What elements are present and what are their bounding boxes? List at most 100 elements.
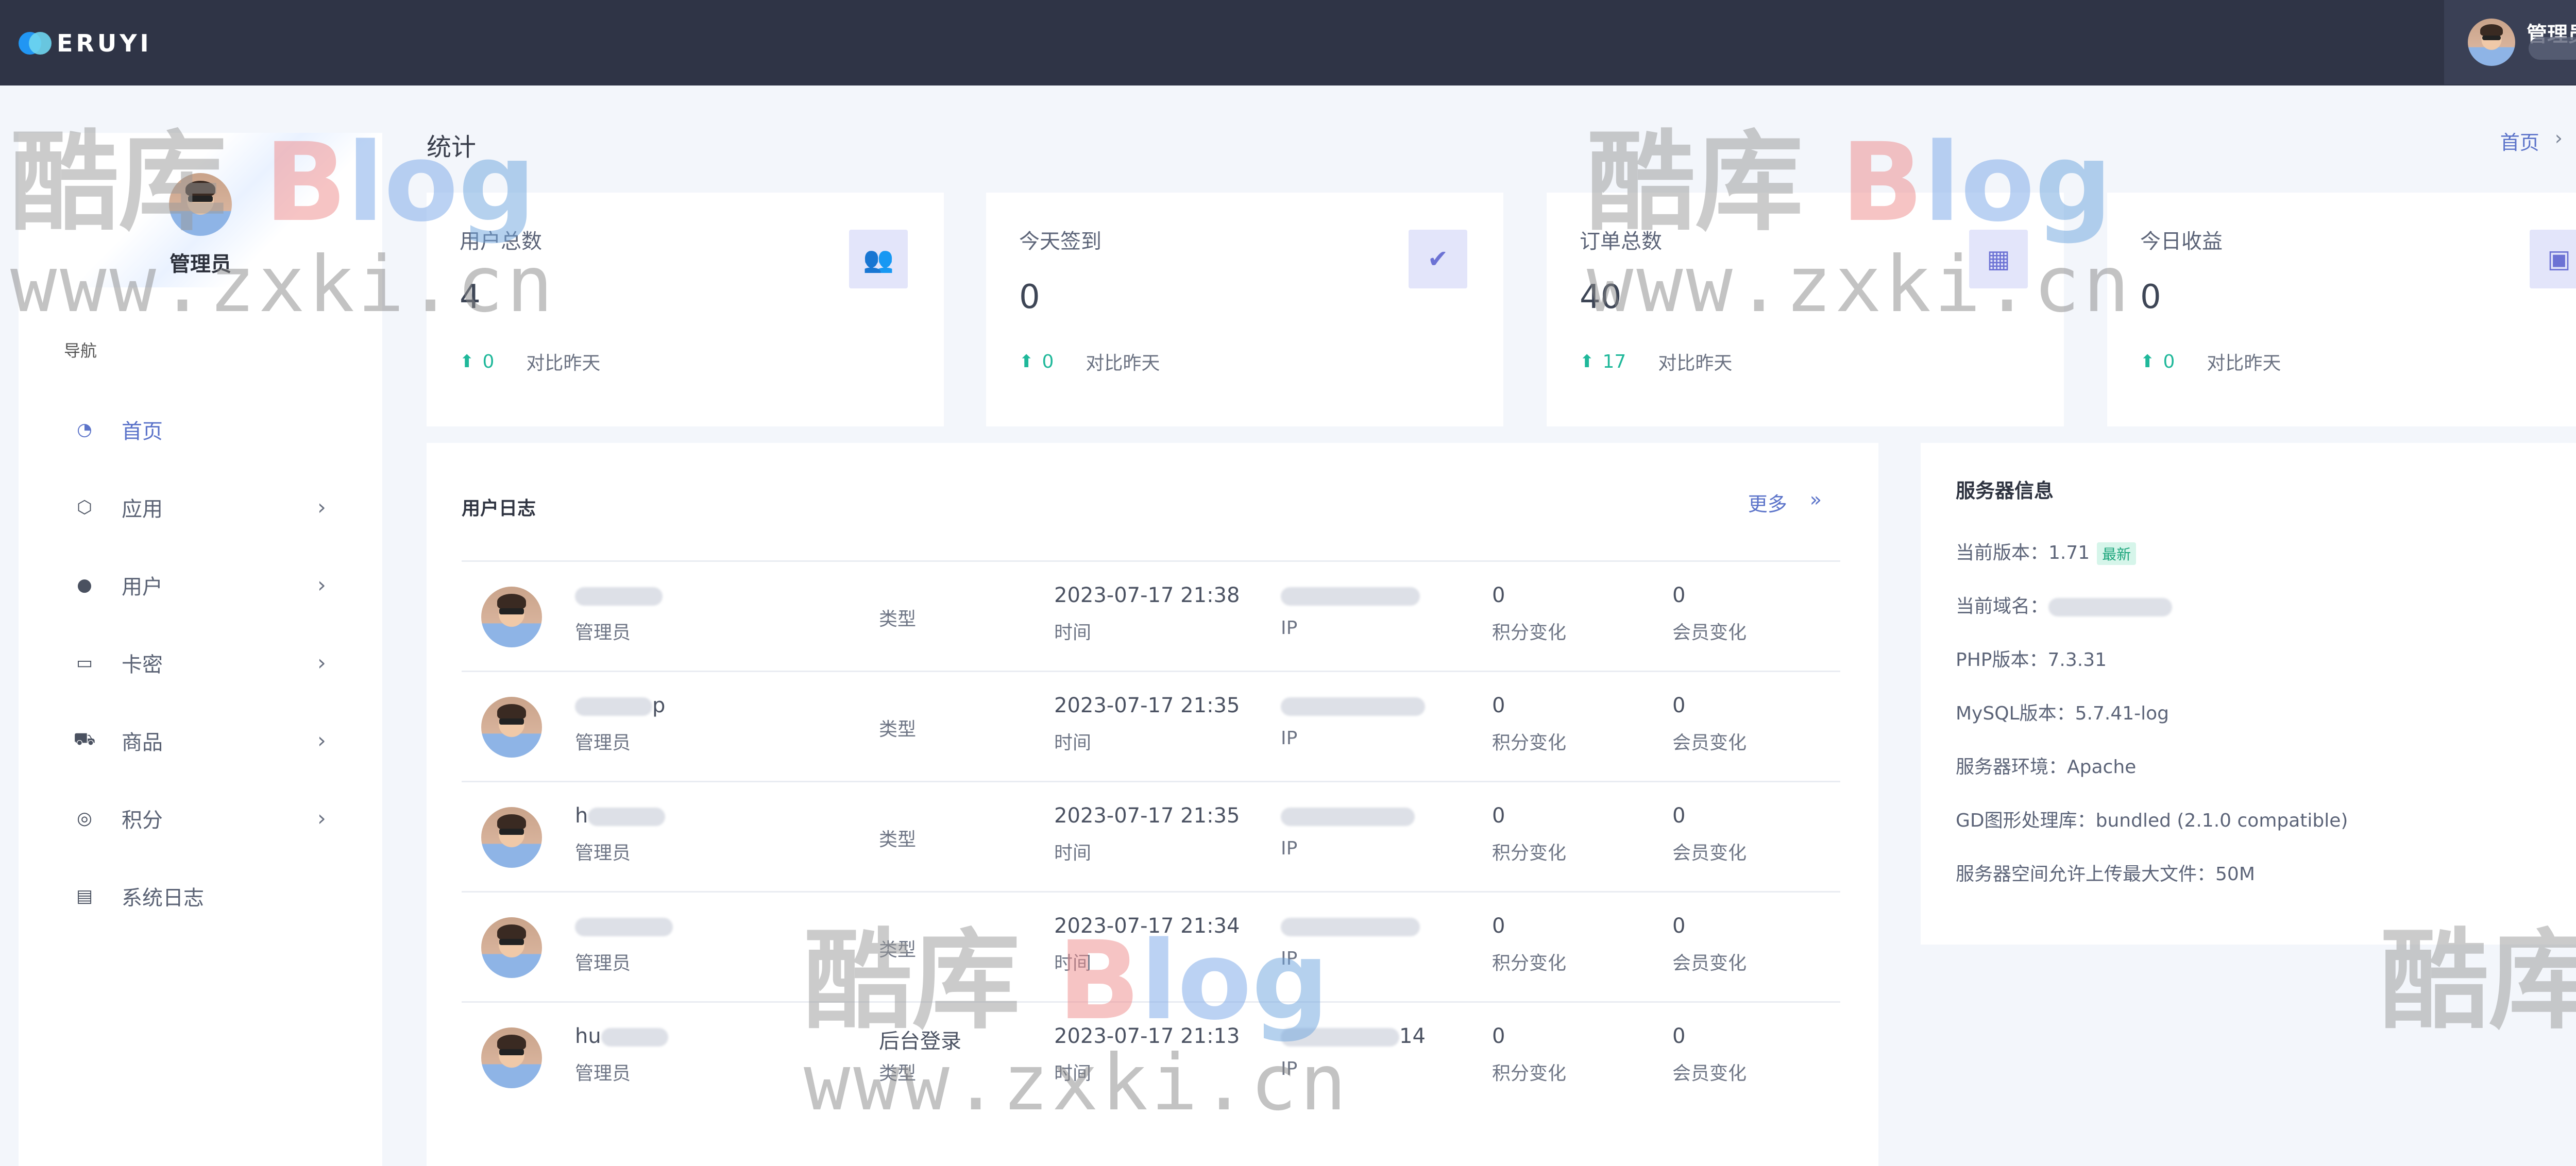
money-icon: ▣: [2530, 230, 2576, 288]
user-icon: ●: [77, 574, 92, 595]
redacted-username: [588, 808, 666, 826]
user-log-panel: 用户日志 更多 » 管理员 类型 2023-07-17 21:38 时间 IP: [427, 443, 1878, 1166]
stat-trend: ⬆ 17 对比昨天: [1580, 348, 1732, 375]
breadcrumb: 首页 › 统计: [2500, 127, 2576, 155]
log-points: 0 积分变化: [1492, 694, 1567, 753]
sidebar-item-label: 卡密: [122, 653, 163, 677]
redacted-ip: [1281, 587, 1420, 606]
log-type: 后台登录 类型: [879, 1030, 961, 1084]
list-item[interactable]: 管理员 类型 2023-07-17 21:38 时间 IP 0 积分变化 0 会…: [462, 560, 1840, 671]
log-role: 管理员: [575, 732, 631, 753]
log-type: 类型: [879, 829, 917, 850]
server-info-title: 服务器信息: [1956, 479, 2054, 502]
stat-value: 40: [1580, 278, 1622, 316]
arrow-up-icon: ⬆: [1580, 351, 1595, 372]
brand-logo[interactable]: ERUYI: [19, 23, 152, 64]
list-item[interactable]: 管理员 类型 2023-07-17 21:34 时间 IP 0 积分变化 0 会…: [462, 891, 1840, 1001]
avatar[interactable]: [169, 173, 232, 236]
log-vip: 0 会员变化: [1672, 804, 1747, 864]
sidebar-item-label: 首页: [122, 419, 163, 443]
log-role: 管理员: [575, 843, 631, 864]
server-domain: 当前域名：: [1956, 591, 2173, 618]
list-item[interactable]: p 管理员 类型 2023-07-17 21:35 时间 IP 0 积分变化 0…: [462, 671, 1840, 781]
sidebar-item-label: 应用: [122, 497, 163, 521]
redacted-ip: [1281, 1028, 1399, 1047]
user-check-icon: ✔: [1409, 230, 1467, 288]
log-role: 管理员: [575, 953, 631, 974]
log-vip: 0 会员变化: [1672, 1024, 1747, 1084]
log-time: 2023-07-17 21:35 时间: [1054, 804, 1240, 864]
cube-icon: ⬡: [77, 496, 92, 518]
stat-card-total-orders: 订单总数 40 ▦ ⬆ 17 对比昨天: [1547, 193, 2064, 426]
stat-card-today-signin: 今天签到 0 ✔ ⬆ 0 对比昨天: [986, 193, 1503, 426]
redacted-ip: [1281, 697, 1425, 716]
log-user: h 管理员: [575, 804, 666, 865]
stat-trend-value: 0: [482, 351, 495, 372]
log-time: 2023-07-17 21:38 时间: [1054, 584, 1240, 643]
sidebar-item-products[interactable]: ⛟ 商品 ›: [19, 701, 382, 779]
double-chevron-right-icon: »: [1809, 488, 1822, 511]
avatar: [481, 1027, 542, 1088]
list-item[interactable]: hu 管理员 后台登录 类型 2023-07-17 21:13 时间 14 IP…: [462, 1001, 1840, 1111]
log-ip: 14 IP: [1281, 1024, 1426, 1079]
list-item[interactable]: h 管理员 类型 2023-07-17 21:35 时间 IP 0 积分变化 0…: [462, 781, 1840, 891]
card-icon: ▭: [76, 652, 93, 673]
stat-card-today-revenue: 今日收益 0 ▣ ⬆ 0 对比昨天: [2107, 193, 2576, 426]
chevron-right-icon: ›: [317, 728, 326, 753]
sidebar-item-system-log[interactable]: ▤ 系统日志: [19, 857, 382, 935]
sidebar-item-cards[interactable]: ▭ 卡密 ›: [19, 624, 382, 701]
chevron-right-icon: ›: [317, 494, 326, 520]
stat-value: 0: [2140, 278, 2161, 316]
avatar: [481, 587, 542, 647]
server-upload-limit: 服务器空间允许上传最大文件：50M: [1956, 864, 2255, 885]
stat-label: 今日收益: [2140, 230, 2223, 253]
profile-name: 管理员: [170, 252, 231, 276]
dashboard-icon: ◔: [77, 419, 92, 440]
sidebar-item-apps[interactable]: ⬡ 应用 ›: [19, 468, 382, 546]
sidebar-item-points[interactable]: ◎ 积分 ›: [19, 779, 382, 857]
server-mysql: MySQL版本：5.7.41-log: [1956, 703, 2169, 724]
log-vip: 0 会员变化: [1672, 584, 1747, 643]
log-ip: IP: [1281, 804, 1415, 859]
log-points: 0 积分变化: [1492, 914, 1567, 974]
sidebar-item-home[interactable]: ◔ 首页: [19, 390, 382, 468]
chevron-right-icon: ›: [317, 572, 326, 597]
user-log-title: 用户日志: [462, 498, 536, 519]
sidebar-item-label: 用户: [122, 575, 163, 599]
stat-trend: ⬆ 0 对比昨天: [2140, 348, 2281, 375]
avatar: [481, 917, 542, 978]
log-role: 管理员: [575, 1063, 631, 1084]
calendar-icon: ▦: [1969, 230, 2028, 288]
user-log-list: 管理员 类型 2023-07-17 21:38 时间 IP 0 积分变化 0 会…: [462, 560, 1840, 1111]
more-link[interactable]: 更多 »: [1748, 488, 1822, 517]
sidebar-item-label: 积分: [122, 808, 163, 832]
log-role: 管理员: [575, 622, 631, 643]
stat-trend-compare: 对比昨天: [1086, 353, 1160, 374]
redacted-username: [575, 918, 673, 936]
latest-badge: 最新: [2097, 542, 2137, 565]
log-points: 0 积分变化: [1492, 584, 1567, 643]
page-title: 统计: [427, 133, 477, 162]
user-menu[interactable]: 管理员: [2444, 0, 2576, 84]
log-points: 0 积分变化: [1492, 804, 1567, 864]
sidebar-item-users[interactable]: ● 用户 ›: [19, 546, 382, 624]
breadcrumb-home-link[interactable]: 首页: [2500, 127, 2539, 155]
stat-label: 今天签到: [1019, 230, 1101, 253]
stat-value: 0: [1019, 278, 1040, 316]
redacted-username: [575, 697, 652, 716]
top-bar: ERUYI 管理员: [0, 0, 2576, 85]
log-user: 管理员: [575, 914, 673, 975]
log-icon: ▤: [76, 885, 93, 906]
stat-trend-compare: 对比昨天: [2207, 353, 2281, 374]
header-user-subtitle: [2529, 37, 2576, 60]
log-type: 类型: [879, 609, 917, 630]
log-ip: IP: [1281, 584, 1420, 639]
log-points: 0 积分变化: [1492, 1024, 1567, 1084]
stat-trend-value: 0: [2163, 351, 2175, 372]
log-time: 2023-07-17 21:34 时间: [1054, 914, 1240, 974]
sidebar: 管理员 导航 ◔ 首页 ⬡ 应用 › ● 用户 › ▭ 卡密 › ⛟ 商品 › …: [19, 133, 382, 1166]
nav-section-label: 导航: [64, 341, 97, 361]
stat-trend-value: 17: [1602, 351, 1626, 372]
stat-trend-compare: 对比昨天: [526, 353, 601, 374]
server-env: 服务器环境：Apache: [1956, 757, 2137, 778]
